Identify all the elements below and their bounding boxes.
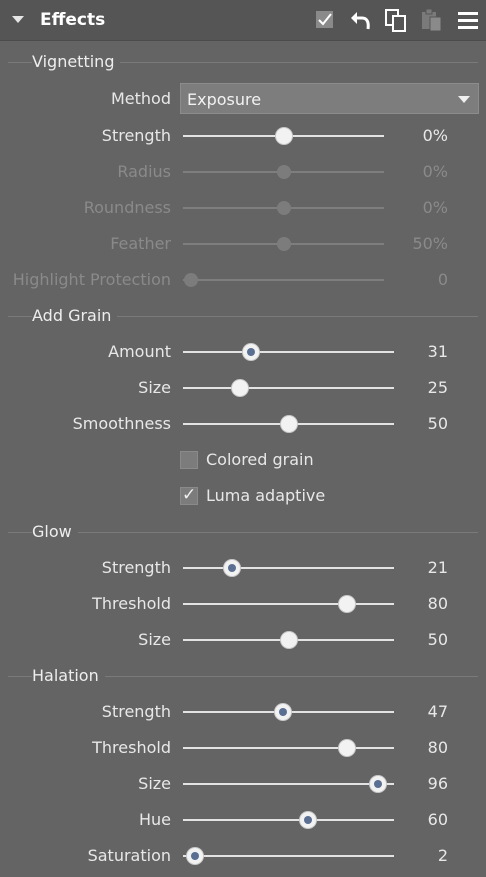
halation-strength-value[interactable]: 47 xyxy=(428,702,448,722)
vignetting-roundness-label: Roundness xyxy=(83,198,171,217)
halation-hue-label: Hue xyxy=(138,810,171,829)
halation-hue-value[interactable]: 60 xyxy=(428,810,448,830)
glow-strength-label: Strength xyxy=(101,558,171,577)
colored-grain-checkbox[interactable] xyxy=(180,451,198,469)
glow-threshold-slider-thumb[interactable] xyxy=(339,596,355,612)
halation-strength-label: Strength xyxy=(101,702,171,721)
grain-size-slider[interactable] xyxy=(183,387,394,389)
vignetting-strength-value[interactable]: 0% xyxy=(423,126,448,146)
halation-threshold-label: Threshold xyxy=(92,738,171,757)
section-title-vignetting: Vignetting xyxy=(32,52,121,72)
halation-size-slider[interactable] xyxy=(183,783,394,785)
halation-threshold-slider[interactable] xyxy=(183,747,394,749)
grain-amount-slider[interactable] xyxy=(183,351,394,353)
halation-saturation-slider-thumb[interactable] xyxy=(186,848,203,864)
vignetting-highlight-protection-label: Highlight Protection xyxy=(12,270,171,289)
vignetting-highlight-protection-value[interactable]: 0 xyxy=(438,270,448,290)
menu-icon[interactable] xyxy=(456,8,480,32)
luma-adaptive-checkbox[interactable]: ✓ xyxy=(180,485,198,505)
grain-smoothness-slider-thumb[interactable] xyxy=(280,416,297,432)
glow-threshold-slider[interactable] xyxy=(183,603,394,605)
section-title-halation: Halation xyxy=(32,666,105,686)
copy-icon[interactable] xyxy=(384,8,408,32)
undo-icon[interactable] xyxy=(348,8,372,32)
halation-threshold-value[interactable]: 80 xyxy=(428,738,448,758)
glow-strength-value[interactable]: 21 xyxy=(428,558,448,578)
halation-saturation-label: Saturation xyxy=(87,846,171,865)
grain-amount-label: Amount xyxy=(108,342,171,361)
glow-size-label: Size xyxy=(138,630,171,649)
grain-size-label: Size xyxy=(138,378,171,397)
glow-size-value[interactable]: 50 xyxy=(428,630,448,650)
section-title-add-grain: Add Grain xyxy=(32,306,118,326)
halation-strength-slider-thumb[interactable] xyxy=(274,704,291,720)
section-divider xyxy=(8,532,478,533)
vignetting-radius-slider-thumb xyxy=(276,165,291,179)
luma-adaptive-label: Luma adaptive xyxy=(206,486,326,505)
halation-saturation-slider[interactable] xyxy=(183,855,394,857)
paste-icon[interactable] xyxy=(420,8,444,32)
halation-size-slider-thumb[interactable] xyxy=(370,776,387,792)
glow-size-slider-thumb[interactable] xyxy=(280,632,297,648)
grain-amount-slider-thumb[interactable] xyxy=(243,344,260,360)
halation-hue-slider-thumb[interactable] xyxy=(300,812,316,828)
glow-strength-slider[interactable] xyxy=(183,567,394,569)
grain-size-slider-thumb[interactable] xyxy=(231,380,248,396)
colored-grain-label: Colored grain xyxy=(206,450,314,469)
grain-smoothness-value[interactable]: 50 xyxy=(428,414,448,434)
halation-saturation-value[interactable]: 2 xyxy=(438,846,448,866)
section-title-glow: Glow xyxy=(32,522,78,542)
glow-strength-slider-thumb[interactable] xyxy=(223,560,240,576)
grain-smoothness-label: Smoothness xyxy=(72,414,171,433)
panel-header[interactable]: Effects xyxy=(0,0,486,41)
grain-amount-value[interactable]: 31 xyxy=(428,342,448,362)
chevron-down-icon xyxy=(458,96,470,103)
halation-size-label: Size xyxy=(138,774,171,793)
method-label: Method xyxy=(110,89,171,108)
vignetting-roundness-slider-thumb xyxy=(276,201,291,215)
checkmark-icon: ✓ xyxy=(182,485,197,505)
collapse-arrow-icon[interactable] xyxy=(12,16,24,23)
vignetting-highlight-protection-slider xyxy=(183,279,384,281)
vignetting-radius-label: Radius xyxy=(117,162,171,181)
glow-threshold-value[interactable]: 80 xyxy=(428,594,448,614)
enable-checkbox-icon[interactable] xyxy=(313,8,337,32)
grain-size-value[interactable]: 25 xyxy=(428,378,448,398)
vignetting-feather-value[interactable]: 50% xyxy=(412,234,448,254)
vignetting-strength-label: Strength xyxy=(101,126,171,145)
vignetting-radius-value[interactable]: 0% xyxy=(423,162,448,182)
vignetting-roundness-value[interactable]: 0% xyxy=(423,198,448,218)
halation-threshold-slider-thumb[interactable] xyxy=(339,740,355,756)
glow-threshold-label: Threshold xyxy=(92,594,171,613)
method-dropdown[interactable]: Exposure xyxy=(180,83,479,114)
halation-hue-slider[interactable] xyxy=(183,819,394,821)
panel-title: Effects xyxy=(40,10,106,30)
vignetting-feather-slider-thumb xyxy=(276,237,291,251)
vignetting-feather-label: Feather xyxy=(110,234,171,253)
vignetting-strength-slider-thumb[interactable] xyxy=(275,128,292,144)
halation-size-value[interactable]: 96 xyxy=(428,774,448,794)
vignetting-highlight-protection-slider-thumb xyxy=(184,273,198,287)
method-dropdown-value: Exposure xyxy=(187,90,262,109)
